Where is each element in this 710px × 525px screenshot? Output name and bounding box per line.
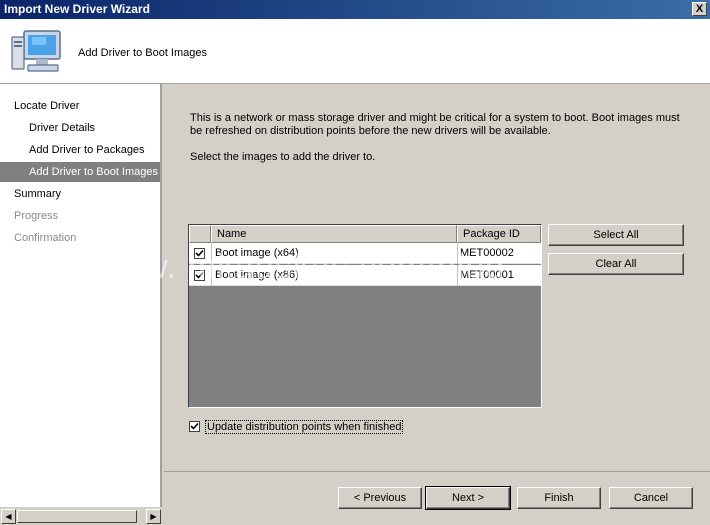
arrow-left-icon: ◀ — [5, 512, 12, 521]
sidebar-item-driver-details[interactable]: Driver Details — [0, 118, 189, 138]
cancel-button[interactable]: Cancel — [609, 487, 693, 509]
sidebar-item-locate-driver[interactable]: Locate Driver — [0, 96, 174, 116]
sidebar-item-progress: Progress — [14, 210, 59, 222]
sidebar-item-add-driver-to-packages[interactable]: Add Driver to Packages — [0, 140, 189, 160]
computer-icon — [11, 30, 61, 72]
sidebar-item-confirmation: Confirmation — [14, 232, 77, 244]
title-bar: Import New Driver Wizard X — [0, 0, 710, 19]
update-dp-label[interactable]: Update distribution points when finished — [205, 420, 404, 434]
scroll-left-button[interactable]: ◀ — [1, 509, 16, 524]
scroll-thumb[interactable] — [17, 510, 137, 523]
scroll-right-button[interactable]: ▶ — [146, 509, 161, 524]
select-images-instruction: Select the images to add the driver to. — [190, 151, 376, 163]
sidebar-horizontal-scrollbar[interactable]: ◀ ▶ — [0, 508, 162, 525]
column-header-name[interactable]: Name — [211, 225, 457, 243]
wizard-footer: < Previous Next > Finish Cancel — [164, 471, 710, 510]
sidebar-item-add-driver-to-boot-images[interactable]: Add Driver to Boot Images — [0, 162, 160, 182]
column-header-package-id[interactable]: Package ID — [457, 225, 541, 243]
checkmark-icon — [190, 422, 199, 430]
watermark-text: www. mkauskas.com/blog — [92, 248, 506, 286]
driver-description: This is a network or mass storage driver… — [190, 112, 680, 137]
previous-button[interactable]: < Previous — [338, 487, 422, 509]
column-header-check[interactable] — [189, 225, 211, 243]
clear-all-button[interactable]: Clear All — [548, 253, 684, 275]
sidebar-item-summary[interactable]: Summary — [0, 184, 174, 204]
window-title: Import New Driver Wizard — [4, 2, 150, 16]
next-button[interactable]: Next > — [425, 486, 511, 510]
update-dp-checkbox[interactable] — [189, 421, 200, 432]
finish-button[interactable]: Finish — [517, 487, 601, 509]
wizard-steps-sidebar: Locate Driver Driver Details Add Driver … — [0, 84, 162, 507]
wizard-header: Add Driver to Boot Images — [0, 19, 710, 84]
page-title: Add Driver to Boot Images — [78, 47, 208, 59]
arrow-right-icon: ▶ — [150, 512, 157, 521]
close-icon: X — [695, 3, 704, 15]
select-all-button[interactable]: Select All — [548, 224, 684, 246]
close-button[interactable]: X — [692, 2, 707, 16]
